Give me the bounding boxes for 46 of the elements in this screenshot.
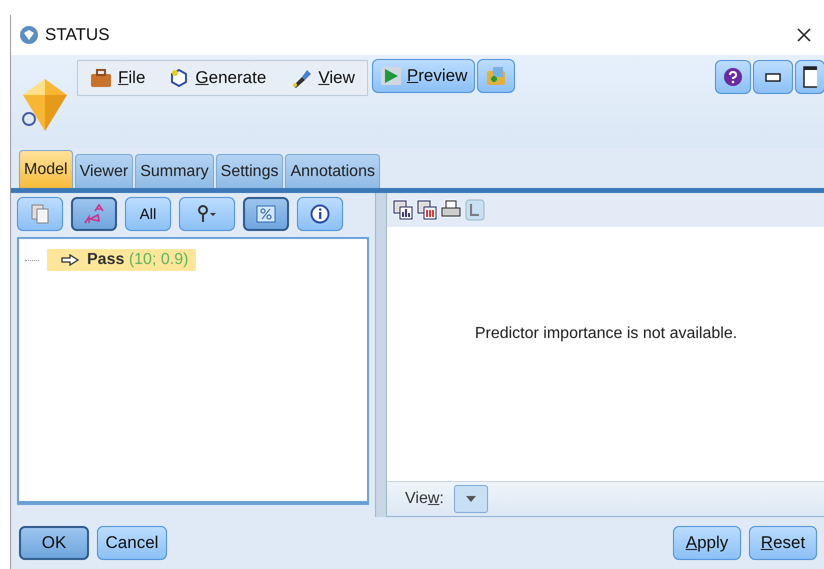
chart-table-icon: [417, 200, 437, 220]
caret-icon: [466, 496, 476, 502]
help-button[interactable]: [715, 60, 751, 94]
pin-button[interactable]: [179, 197, 235, 231]
menu-item[interactable]: File: [90, 68, 146, 88]
play-icon: [380, 66, 402, 86]
maximize-icon: [803, 66, 817, 88]
percent-button[interactable]: [243, 197, 289, 231]
rank-button[interactable]: [71, 197, 117, 231]
tree-item[interactable]: Pass (10; 0.9): [47, 249, 196, 271]
flashlight-icon: [290, 68, 312, 88]
briefcase-icon: [90, 68, 112, 88]
hexagon-icon: [169, 68, 190, 88]
chart-table-icon: [393, 200, 413, 220]
percent-icon: [256, 205, 276, 223]
dialog-button[interactable]: Reset: [749, 526, 817, 560]
tab[interactable]: Summary: [135, 154, 214, 188]
dialog-button[interactable]: Cancel: [97, 526, 167, 560]
export-icon: [485, 65, 508, 87]
help-icon: [723, 67, 743, 87]
pin-icon: [196, 205, 218, 223]
preview-button[interactable]: Preview: [372, 59, 476, 93]
arrow-icon: [61, 254, 79, 266]
tab[interactable]: Model: [19, 150, 73, 188]
minimize-button[interactable]: [753, 60, 793, 94]
app-icon: [19, 25, 39, 45]
info-icon: [310, 204, 330, 224]
menu-item[interactable]: View: [290, 68, 355, 88]
all-button[interactable]: All: [125, 197, 171, 231]
dialog-button[interactable]: Apply: [673, 526, 741, 560]
window-title: STATUS: [45, 25, 111, 45]
minimize-icon: [765, 72, 781, 82]
info-button[interactable]: [297, 197, 343, 231]
view-dropdown[interactable]: [454, 485, 488, 513]
add-to-canvas-button[interactable]: [477, 59, 516, 93]
menu-item[interactable]: Generate: [169, 68, 266, 88]
copy-button[interactable]: [17, 197, 63, 231]
maximize-button[interactable]: [795, 60, 824, 94]
tab[interactable]: Annotations: [285, 154, 380, 188]
tab[interactable]: Viewer: [74, 154, 134, 188]
view-label: View:: [405, 490, 444, 508]
tab[interactable]: Settings: [216, 154, 284, 188]
close-icon: [797, 28, 811, 42]
empty-message: Predictor importance is not available.: [474, 325, 738, 343]
copy-icon: [31, 204, 49, 224]
dialog-button[interactable]: OK: [19, 526, 89, 560]
